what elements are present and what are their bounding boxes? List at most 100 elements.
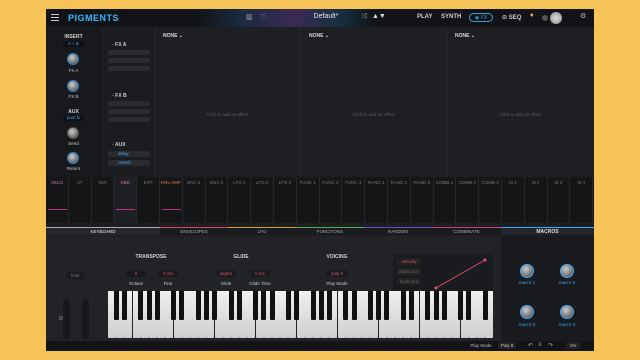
mod-source-lfo-1[interactable]: LFO 1 — [228, 177, 252, 223]
mod-source-lfo-3[interactable]: LFO 3 — [274, 177, 297, 223]
mod-source-env-amp[interactable]: ENV AMP — [160, 177, 183, 223]
mod-source-m-2[interactable]: M 2 — [525, 177, 548, 223]
heart-icon[interactable]: ♡ — [260, 13, 266, 21]
fine-value[interactable]: 0 cts — [158, 270, 178, 277]
zoom-value[interactable]: 1% — [566, 342, 580, 349]
macro-3-label[interactable]: macro 3 — [515, 322, 539, 328]
macro-1-knob[interactable] — [520, 264, 534, 278]
black-key[interactable] — [400, 291, 406, 320]
slot-fx-b-2[interactable] — [108, 109, 150, 114]
black-key[interactable] — [441, 291, 447, 320]
black-key[interactable] — [261, 291, 267, 320]
macro-1-label[interactable]: macro 1 — [515, 280, 539, 286]
black-key[interactable] — [195, 291, 201, 320]
hold-button[interactable]: hold — [66, 272, 84, 279]
black-key[interactable] — [343, 291, 349, 320]
glide-time-value[interactable]: 0 ms — [250, 270, 270, 277]
macro-4-knob[interactable] — [560, 305, 574, 319]
slot-fx-a-title[interactable]: ◦ FX A — [112, 42, 126, 48]
black-key[interactable] — [154, 291, 160, 320]
category-tab-random[interactable]: RANDOM — [364, 227, 432, 235]
black-key[interactable] — [138, 291, 144, 320]
vel-opt-keyboard[interactable]: keyboard — [397, 278, 421, 285]
black-key[interactable] — [294, 291, 300, 320]
velocity-curve[interactable] — [433, 256, 489, 292]
mod-source-env-2[interactable]: ENV 2 — [183, 177, 206, 223]
black-key[interactable] — [433, 291, 439, 320]
mod-source-m-3[interactable]: M 3 — [548, 177, 571, 223]
black-key[interactable] — [171, 291, 177, 320]
fx-panel-2[interactable]: NONE ⌄ Click to add an effect — [300, 28, 446, 180]
mod-source-rand-3[interactable]: RAND 3 — [411, 177, 434, 223]
mod-source-env-3[interactable]: ENV 3 — [206, 177, 229, 223]
mod-source-comb-2[interactable]: COMB 2 — [456, 177, 480, 223]
glide-mode[interactable]: legato — [216, 270, 236, 277]
mod-source-comb-3[interactable]: COMB 3 — [479, 177, 502, 223]
slot-fx-b-1[interactable] — [108, 101, 150, 106]
fx-a-knob[interactable] — [67, 53, 79, 65]
fx-panel-2-name[interactable]: NONE ⌄ — [309, 33, 329, 39]
slot-fx-a-1[interactable] — [108, 50, 150, 55]
aux-source-select[interactable]: post fx — [63, 115, 84, 121]
category-tab-functions[interactable]: FUNCTIONS — [296, 227, 364, 235]
category-tab-combinate[interactable]: COMBINATE — [432, 227, 501, 235]
return-knob[interactable] — [67, 152, 79, 164]
black-key[interactable] — [482, 291, 488, 320]
octave-value[interactable]: 0 — [126, 270, 146, 277]
fx-b-knob[interactable] — [67, 80, 79, 92]
mod-source-m-4[interactable]: M 4 — [570, 177, 594, 223]
slot-fx-a-3[interactable] — [108, 66, 150, 71]
mod-source-exp[interactable]: EXP — [137, 177, 160, 223]
mod-source-velo[interactable]: VELO — [46, 177, 69, 223]
history-icon[interactable]: ≡ — [538, 342, 542, 348]
mod-source-lfo-2[interactable]: LFO 2 — [251, 177, 274, 223]
black-key[interactable] — [326, 291, 332, 320]
bulb-icon[interactable]: ♦ — [530, 12, 534, 19]
black-key[interactable] — [269, 291, 275, 320]
black-key[interactable] — [228, 291, 234, 320]
black-key[interactable] — [253, 291, 259, 320]
black-key[interactable] — [458, 291, 464, 320]
category-tab-lfo[interactable]: LFO — [228, 227, 296, 235]
black-key[interactable] — [318, 291, 324, 320]
slot-aux-title[interactable]: ◦ AUX — [112, 142, 126, 148]
mod-wheel[interactable] — [82, 299, 89, 339]
shuffle-icon[interactable]: ⤨ — [361, 13, 367, 21]
black-key[interactable] — [146, 291, 152, 320]
mod-source-rand-1[interactable]: RAND 1 — [365, 177, 388, 223]
status-poly[interactable]: Poly 8 — [498, 342, 516, 349]
pitch-wheel[interactable] — [63, 299, 70, 339]
slot-fx-a-2[interactable] — [108, 58, 150, 63]
vel-opt-velocity[interactable]: velocity — [397, 258, 421, 265]
fx-panel-1[interactable]: NONE ⌄ Click to add an effect — [154, 28, 300, 180]
macro-2-knob[interactable] — [560, 264, 574, 278]
category-tab-keyboard[interactable]: KEYBOARD — [46, 227, 160, 235]
master-volume-knob[interactable] — [550, 12, 562, 24]
slot-aux-reverb[interactable]: reverb — [108, 160, 150, 166]
tab-synth[interactable]: SYNTH — [441, 14, 461, 20]
tab-play[interactable]: PLAY — [417, 14, 432, 20]
black-key[interactable] — [285, 291, 291, 320]
slot-fx-b-title[interactable]: ◦ FX B — [112, 93, 127, 99]
undo-icon[interactable]: ↶ — [528, 342, 533, 349]
black-key[interactable] — [384, 291, 390, 320]
black-key[interactable] — [113, 291, 119, 320]
slot-aux-delay[interactable]: delay — [108, 151, 150, 157]
fx-panel-1-name[interactable]: NONE ⌄ — [163, 33, 183, 39]
black-key[interactable] — [351, 291, 357, 320]
menu-icon[interactable] — [51, 14, 59, 21]
library-icon[interactable]: ▥ — [246, 13, 253, 21]
black-key[interactable] — [179, 291, 185, 320]
slot-fx-b-3[interactable] — [108, 117, 150, 122]
black-key[interactable] — [376, 291, 382, 320]
mod-source-func-1[interactable]: FUNC 1 — [297, 177, 320, 223]
mod-source-mw[interactable]: MW — [92, 177, 115, 223]
fx-panel-3-name[interactable]: NONE ⌄ — [455, 33, 475, 39]
mod-source-rand-2[interactable]: RAND 2 — [388, 177, 411, 223]
black-key[interactable] — [425, 291, 431, 320]
redo-icon[interactable]: ↷ — [548, 342, 553, 349]
settings-icon[interactable]: ⚙ — [580, 12, 586, 20]
black-key[interactable] — [310, 291, 316, 320]
tab-fx[interactable]: ◉ FX — [469, 13, 493, 22]
send-knob[interactable] — [67, 127, 79, 139]
